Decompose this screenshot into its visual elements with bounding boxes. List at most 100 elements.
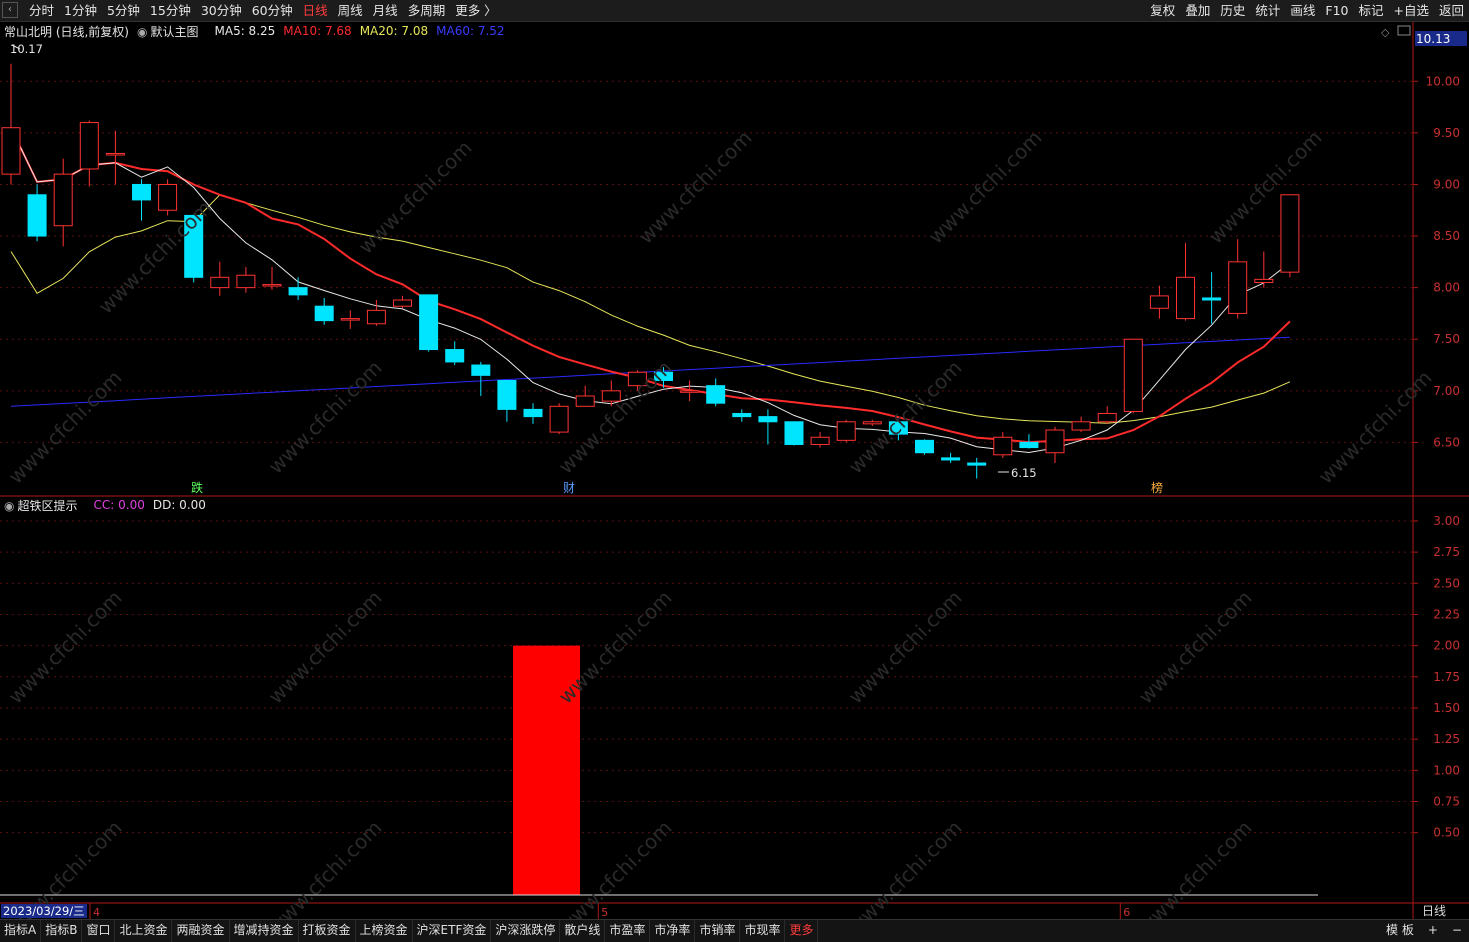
candle-body bbox=[288, 287, 308, 296]
bottom-tab-5[interactable]: 增减持资金 bbox=[230, 920, 299, 942]
candle-body bbox=[132, 183, 151, 201]
candle bbox=[862, 419, 882, 426]
tool-button-4[interactable]: 画线 bbox=[1285, 0, 1320, 22]
bottom-control-2[interactable]: − bbox=[1445, 920, 1469, 942]
high-price-mark: 10.17 bbox=[10, 42, 43, 56]
tab-period-4[interactable]: 30分钟 bbox=[196, 0, 247, 22]
candle bbox=[1149, 285, 1169, 319]
indicator-tick-label: 1.00 bbox=[1433, 763, 1460, 777]
month-label: 5 bbox=[601, 906, 608, 919]
tool-button-2[interactable]: 历史 bbox=[1215, 0, 1250, 22]
candle bbox=[1280, 194, 1300, 278]
period-tabs: 分时 1分钟 5分钟 15分钟 30分钟 60分钟 日线 周线 月线 多周期 更多 〉 bbox=[24, 0, 502, 22]
bottom-toolbar: 指标A 指标B 窗口 北上资金 两融资金 增减持资金 打板资金 上榜资金 沪深ETF资金 沪深涨跌… bbox=[0, 919, 1469, 942]
current-price-label: 10.13 bbox=[1416, 32, 1450, 46]
bottom-tab-6[interactable]: 打板资金 bbox=[299, 920, 356, 942]
ma5-line bbox=[10, 127, 1291, 454]
tab-period-3[interactable]: 15分钟 bbox=[145, 0, 196, 22]
tool-button-6[interactable]: 标记 bbox=[1353, 0, 1388, 22]
bottom-tab-1[interactable]: 指标B bbox=[41, 920, 83, 942]
tab-period-0[interactable]: 分时 bbox=[24, 0, 59, 22]
candle bbox=[706, 378, 726, 407]
watermark-text: www.cfchi.com bbox=[264, 356, 387, 479]
candle-body bbox=[575, 395, 595, 407]
candle-body bbox=[340, 318, 360, 321]
bottom-tab-4[interactable]: 两融资金 bbox=[172, 920, 230, 942]
bottom-tab-3[interactable]: 北上资金 bbox=[115, 920, 173, 942]
tab-period-8[interactable]: 月线 bbox=[368, 0, 403, 22]
candle-body bbox=[862, 421, 882, 425]
candle-body bbox=[27, 194, 47, 237]
tab-period-5[interactable]: 60分钟 bbox=[247, 0, 298, 22]
tool-button-1[interactable]: 叠加 bbox=[1180, 0, 1215, 22]
candle-body bbox=[1097, 413, 1117, 423]
period-axis-label[interactable]: 日线 bbox=[1422, 904, 1446, 919]
indicator-tick-label: 1.75 bbox=[1433, 670, 1460, 684]
candle-body bbox=[236, 274, 256, 289]
candle bbox=[288, 277, 308, 301]
bottom-tab-15[interactable]: 更多 bbox=[785, 920, 819, 942]
month-label: 6 bbox=[1123, 906, 1130, 919]
watermark-text: www.cfchi.com bbox=[1134, 586, 1257, 709]
candle-body bbox=[314, 305, 334, 322]
tab-period-7[interactable]: 周线 bbox=[333, 0, 368, 22]
bottom-control-1[interactable]: + bbox=[1421, 920, 1445, 942]
tool-button-8[interactable]: 返回 bbox=[1434, 0, 1469, 22]
bottom-tab-13[interactable]: 市销率 bbox=[695, 920, 741, 942]
bottom-tab-2[interactable]: 窗口 bbox=[82, 920, 116, 942]
candle-body bbox=[1071, 421, 1091, 431]
candle bbox=[1228, 239, 1248, 319]
candle-body bbox=[366, 309, 386, 325]
candle bbox=[105, 130, 125, 185]
price-tick-label: 6.50 bbox=[1433, 435, 1460, 449]
bottom-tab-14[interactable]: 市现率 bbox=[740, 920, 786, 942]
bottom-tabs: 指标A 指标B 窗口 北上资金 两融资金 增减持资金 打板资金 上榜资金 沪深ETF资金 沪深涨跌… bbox=[0, 920, 819, 942]
candle-body bbox=[471, 364, 491, 376]
tab-period-6[interactable]: 日线 bbox=[298, 0, 333, 22]
tab-period-1[interactable]: 1分钟 bbox=[59, 0, 102, 22]
candle bbox=[810, 432, 830, 448]
tool-button-3[interactable]: 统计 bbox=[1250, 0, 1285, 22]
tool-button-7[interactable]: +自选 bbox=[1389, 0, 1434, 22]
price-tick-label: 8.50 bbox=[1433, 229, 1460, 243]
candle bbox=[445, 341, 465, 366]
bottom-control-0[interactable]: 模 板 bbox=[1379, 920, 1421, 942]
tool-button-5[interactable]: F10 bbox=[1320, 0, 1353, 22]
candle bbox=[784, 421, 804, 446]
bottom-tab-9[interactable]: 沪深涨跌停 bbox=[491, 920, 561, 942]
candle-body bbox=[732, 413, 752, 418]
back-arrow-icon[interactable]: ‹ bbox=[2, 2, 18, 18]
tab-period-10[interactable]: 更多 〉 bbox=[450, 0, 501, 22]
candle bbox=[236, 267, 256, 293]
candle bbox=[549, 403, 569, 435]
candle-body bbox=[836, 421, 856, 441]
candle bbox=[732, 409, 752, 422]
candle bbox=[680, 380, 700, 402]
tab-period-9[interactable]: 多周期 bbox=[403, 0, 451, 22]
bottom-tab-8[interactable]: 沪深ETF资金 bbox=[413, 920, 492, 942]
tool-button-0[interactable]: 复权 bbox=[1145, 0, 1180, 22]
bottom-tab-10[interactable]: 散户线 bbox=[560, 920, 606, 942]
candle bbox=[340, 310, 360, 329]
tab-period-2[interactable]: 5分钟 bbox=[102, 0, 145, 22]
candle bbox=[523, 403, 543, 424]
kline-chart[interactable]: ◇ 10.00 9.50 9.00 8.50 8.00 7.50 7.00 6.50 10.13 3… bbox=[0, 22, 1469, 919]
candle bbox=[836, 419, 856, 443]
candle bbox=[262, 267, 282, 290]
candle bbox=[1097, 406, 1117, 424]
bottom-tab-7[interactable]: 上榜资金 bbox=[356, 920, 413, 942]
watermark-text: www.cfchi.com bbox=[1314, 366, 1437, 489]
candle bbox=[575, 385, 595, 407]
watermark-text: www.cfchi.com bbox=[4, 366, 127, 489]
bottom-tab-0[interactable]: 指标A bbox=[0, 920, 42, 942]
candle bbox=[967, 457, 987, 479]
candle-body bbox=[758, 416, 778, 423]
candle-body bbox=[784, 421, 804, 445]
low-price-mark: 6.15 bbox=[1011, 466, 1037, 480]
bottom-tab-11[interactable]: 市盈率 bbox=[605, 920, 651, 942]
candle-body bbox=[262, 284, 282, 287]
bottom-tab-12[interactable]: 市净率 bbox=[650, 920, 696, 942]
candle bbox=[1045, 426, 1065, 464]
candle-body bbox=[1045, 429, 1065, 454]
window-icon bbox=[1397, 25, 1411, 36]
